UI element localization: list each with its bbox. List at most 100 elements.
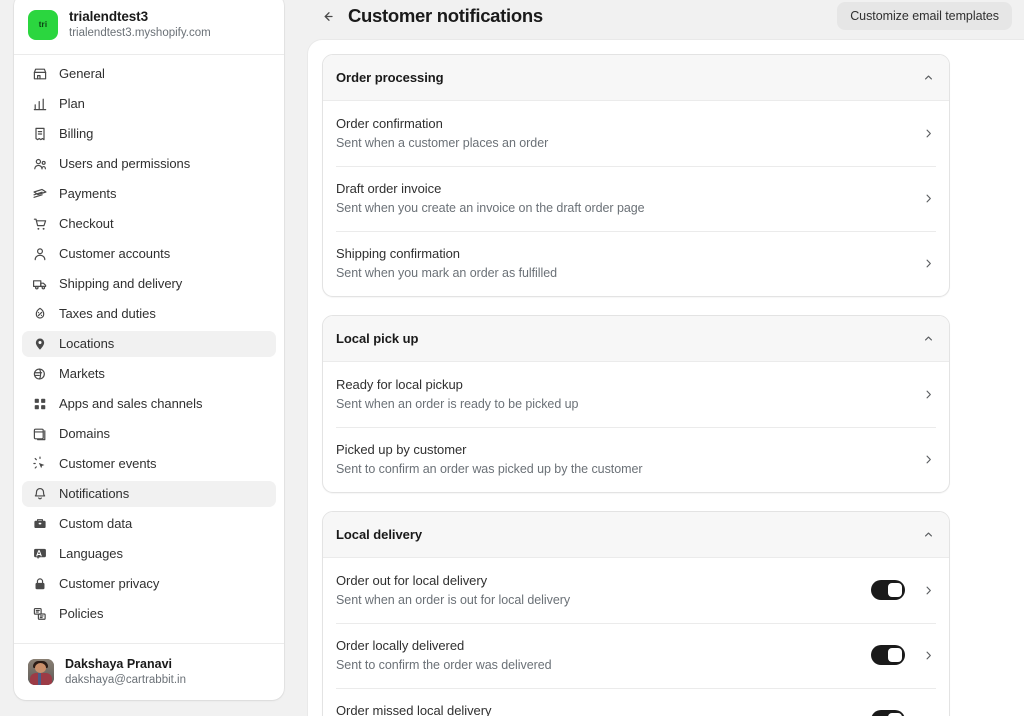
store-icon xyxy=(32,66,48,82)
receipt-icon xyxy=(32,126,48,142)
row-text: Order out for local deliverySent when an… xyxy=(336,571,871,609)
sidebar-item-general[interactable]: General xyxy=(22,61,276,87)
chevron-right-icon[interactable] xyxy=(921,257,935,270)
sidebar-item-customer-events[interactable]: Customer events xyxy=(22,451,276,477)
store-header[interactable]: tri trialendtest3 trialendtest3.myshopif… xyxy=(14,0,284,55)
chevron-up-icon[interactable] xyxy=(922,528,935,541)
chevron-right-icon[interactable] xyxy=(921,584,935,597)
sidebar-item-markets[interactable]: Markets xyxy=(22,361,276,387)
notification-row[interactable]: Order confirmationSent when a customer p… xyxy=(323,101,949,166)
row-subtitle: Sent when an order is ready to be picked… xyxy=(336,395,921,413)
section-title: Order processing xyxy=(336,70,922,85)
store-domain: trialendtest3.myshopify.com xyxy=(69,26,211,40)
chart-bar-icon xyxy=(32,96,48,112)
store-avatar-initials: tri xyxy=(39,20,48,29)
row-subtitle: Sent when a customer places an order xyxy=(336,134,921,152)
toggle-knob xyxy=(888,583,902,597)
customize-email-templates-button[interactable]: Customize email templates xyxy=(837,2,1012,30)
chevron-right-icon[interactable] xyxy=(921,388,935,401)
notification-section: Local pick up Ready for local pickupSent … xyxy=(322,315,950,493)
sidebar-item-taxes-and-duties[interactable]: Taxes and duties xyxy=(22,301,276,327)
sidebar-item-policies[interactable]: Policies xyxy=(22,601,276,627)
sidebar-item-label: Customer privacy xyxy=(59,571,159,597)
sidebar-item-users-and-permissions[interactable]: Users and permissions xyxy=(22,151,276,177)
chevron-up-icon[interactable] xyxy=(922,71,935,84)
section-header[interactable]: Local delivery xyxy=(323,512,949,558)
row-text: Order locally deliveredSent to confirm t… xyxy=(336,636,871,674)
sidebar-item-locations[interactable]: Locations xyxy=(22,331,276,357)
sidebar-nav: General Plan Billing Users and permissions P… xyxy=(14,55,284,643)
chevron-right-icon[interactable] xyxy=(921,127,935,140)
section-header[interactable]: Order processing xyxy=(323,55,949,101)
sidebar-item-shipping-and-delivery[interactable]: Shipping and delivery xyxy=(22,271,276,297)
notification-row[interactable]: Shipping confirmationSent when you mark … xyxy=(323,231,949,296)
sidebar-item-billing[interactable]: Billing xyxy=(22,121,276,147)
notification-row[interactable]: Ready for local pickupSent when an order… xyxy=(323,362,949,427)
sidebar-item-customer-accounts[interactable]: Customer accounts xyxy=(22,241,276,267)
sidebar-item-languages[interactable]: Languages xyxy=(22,541,276,567)
database-icon xyxy=(32,516,48,532)
notification-toggle[interactable] xyxy=(871,710,905,716)
notification-row[interactable]: Order out for local deliverySent when an… xyxy=(323,558,949,623)
location-pin-icon xyxy=(32,336,48,352)
sidebar-item-customer-privacy[interactable]: Customer privacy xyxy=(22,571,276,597)
store-meta: trialendtest3 trialendtest3.myshopify.co… xyxy=(69,9,211,40)
sidebar-item-label: General xyxy=(59,61,105,87)
payments-icon xyxy=(32,186,48,202)
sidebar-item-label: Domains xyxy=(59,421,110,447)
row-text: Shipping confirmationSent when you mark … xyxy=(336,244,921,282)
section-title: Local delivery xyxy=(336,527,922,542)
sidebar-item-label: Checkout xyxy=(59,211,114,237)
lock-icon xyxy=(32,576,48,592)
cart-icon xyxy=(32,216,48,232)
sidebar-item-label: Customer accounts xyxy=(59,241,170,267)
policies-icon xyxy=(32,606,48,622)
user-meta: Dakshaya Pranavi dakshaya@cartrabbit.in xyxy=(65,657,186,687)
sidebar-item-label: Apps and sales channels xyxy=(59,391,202,417)
notification-toggle[interactable] xyxy=(871,645,905,665)
notification-toggle[interactable] xyxy=(871,580,905,600)
sidebar-item-plan[interactable]: Plan xyxy=(22,91,276,117)
notification-row[interactable]: Order locally deliveredSent to confirm t… xyxy=(323,623,949,688)
sidebar-item-label: Custom data xyxy=(59,511,132,537)
sidebar-item-label: Customer events xyxy=(59,451,157,477)
row-title: Ready for local pickup xyxy=(336,375,921,394)
sidebar-item-payments[interactable]: Payments xyxy=(22,181,276,207)
page-title: Customer notifications xyxy=(348,5,827,27)
chevron-right-icon[interactable] xyxy=(921,192,935,205)
row-title: Order locally delivered xyxy=(336,636,871,655)
app-root: tri trialendtest3 trialendtest3.myshopif… xyxy=(0,0,1024,716)
sidebar-item-label: Locations xyxy=(59,331,114,357)
sidebar-item-label: Users and permissions xyxy=(59,151,190,177)
row-subtitle: Sent to confirm the order was delivered xyxy=(336,656,871,674)
notification-row[interactable]: Draft order invoiceSent when you create … xyxy=(323,166,949,231)
sidebar-item-custom-data[interactable]: Custom data xyxy=(22,511,276,537)
section-title: Local pick up xyxy=(336,331,922,346)
section-header[interactable]: Local pick up xyxy=(323,316,949,362)
sidebar-item-label: Shipping and delivery xyxy=(59,271,182,297)
chevron-right-icon[interactable] xyxy=(921,649,935,662)
sidebar-item-domains[interactable]: Domains xyxy=(22,421,276,447)
row-subtitle: Sent when you create an invoice on the d… xyxy=(336,199,921,217)
user-name: Dakshaya Pranavi xyxy=(65,657,186,672)
back-button[interactable] xyxy=(316,5,338,27)
sidebar-item-label: Billing xyxy=(59,121,93,147)
row-text: Order confirmationSent when a customer p… xyxy=(336,114,921,152)
user-email: dakshaya@cartrabbit.in xyxy=(65,673,186,687)
settings-sidebar: tri trialendtest3 trialendtest3.myshopif… xyxy=(14,0,284,700)
sidebar-item-apps-and-sales-channels[interactable]: Apps and sales channels xyxy=(22,391,276,417)
users-icon xyxy=(32,156,48,172)
sidebar-item-notifications[interactable]: Notifications xyxy=(22,481,276,507)
row-text: Picked up by customerSent to confirm an … xyxy=(336,440,921,478)
user-account-footer[interactable]: Dakshaya Pranavi dakshaya@cartrabbit.in xyxy=(14,643,284,700)
truck-icon xyxy=(32,276,48,292)
chevron-right-icon[interactable] xyxy=(921,453,935,466)
row-text: Draft order invoiceSent when you create … xyxy=(336,179,921,217)
chevron-up-icon[interactable] xyxy=(922,332,935,345)
notification-row[interactable]: Picked up by customerSent to confirm an … xyxy=(323,427,949,492)
notification-sections: Order processing Order confirmationSent w… xyxy=(322,54,950,716)
notification-row[interactable]: Order missed local deliverySent when a c… xyxy=(323,688,949,716)
row-title: Order out for local delivery xyxy=(336,571,871,590)
row-title: Order missed local delivery xyxy=(336,701,871,716)
sidebar-item-checkout[interactable]: Checkout xyxy=(22,211,276,237)
